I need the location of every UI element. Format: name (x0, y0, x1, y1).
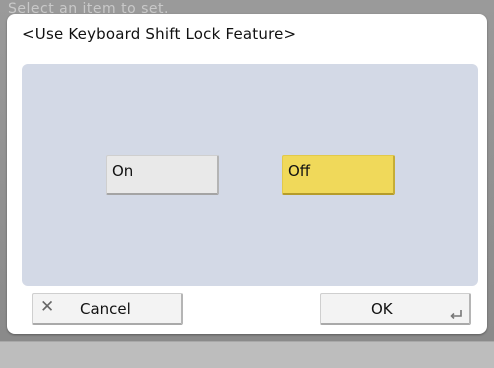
cancel-button-label: Cancel (80, 300, 131, 318)
enter-return-icon (450, 310, 462, 319)
on-button-label: On (112, 162, 134, 180)
on-button[interactable]: On (106, 155, 219, 195)
ok-button-label: OK (371, 300, 393, 318)
ok-button[interactable]: OK (320, 293, 471, 325)
close-icon: ✕ (40, 297, 55, 317)
background-footer (0, 341, 494, 368)
shift-lock-dialog: <Use Keyboard Shift Lock Feature> On Off… (7, 14, 487, 334)
dialog-title: <Use Keyboard Shift Lock Feature> (22, 25, 297, 43)
cancel-button[interactable]: ✕ Cancel (32, 293, 183, 325)
options-panel: On Off (22, 64, 478, 286)
off-button[interactable]: Off (282, 155, 395, 195)
off-button-label: Off (288, 162, 311, 180)
